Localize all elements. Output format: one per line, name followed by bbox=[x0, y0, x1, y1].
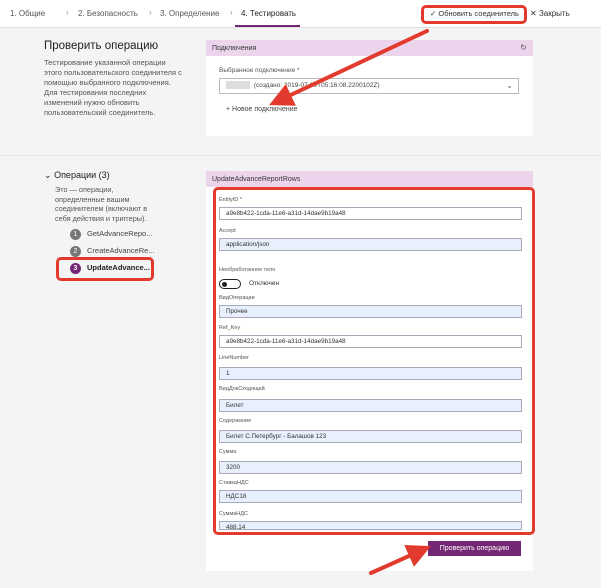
operation-form-title: UpdateAdvanceReportRows bbox=[212, 176, 301, 183]
plus-icon: + bbox=[226, 106, 231, 113]
connections-title: Подключения bbox=[212, 45, 257, 52]
close-button[interactable]: ✕ Закрыть bbox=[530, 7, 570, 21]
close-label: Закрыть bbox=[538, 9, 570, 18]
connection-select[interactable]: (создано: 2019-07-09T05:16:08.2200102Z) … bbox=[219, 78, 519, 94]
operation-form-header: UpdateAdvanceReportRows bbox=[206, 171, 533, 187]
tab-definition[interactable]: 3. Определение bbox=[160, 9, 219, 18]
chevron-right-icon: › bbox=[149, 8, 152, 17]
refresh-icon[interactable]: ↻ bbox=[520, 43, 527, 52]
operation-label: CreateAdvanceRe... bbox=[87, 246, 155, 255]
connection-select-value: (создано: 2019-07-09T05:16:08.2200102Z) bbox=[253, 82, 380, 89]
operations-title: Операции (3) bbox=[54, 170, 110, 180]
operation-item[interactable]: 1 GetAdvanceRepo... bbox=[70, 228, 152, 240]
active-tab-indicator bbox=[235, 25, 300, 27]
operation-number: 1 bbox=[70, 228, 81, 240]
tab-test[interactable]: 4. Тестировать bbox=[241, 9, 296, 18]
connections-card: Подключения ↻ Выбранное подключение * (с… bbox=[206, 40, 533, 136]
section-divider bbox=[0, 155, 601, 156]
chevron-right-icon: › bbox=[230, 8, 233, 17]
annotation-box bbox=[213, 187, 535, 535]
annotation-box bbox=[56, 257, 154, 281]
redacted-name bbox=[226, 81, 250, 90]
tab-security[interactable]: 2. Безопасность bbox=[78, 9, 138, 18]
new-connection-link[interactable]: + Новое подключение bbox=[226, 106, 298, 113]
chevron-right-icon: › bbox=[66, 8, 69, 17]
selected-connection-label: Выбранное подключение * bbox=[219, 67, 300, 74]
connections-header: Подключения ↻ bbox=[206, 40, 533, 56]
new-connection-label: Новое подключение bbox=[232, 106, 298, 113]
operation-number: 2 bbox=[70, 245, 81, 257]
chevron-down-icon: ⌄ bbox=[44, 170, 52, 180]
annotation-box bbox=[421, 5, 527, 24]
test-section-title: Проверить операцию bbox=[44, 40, 159, 52]
close-icon: ✕ bbox=[530, 9, 537, 18]
chevron-down-icon: ⌄ bbox=[506, 81, 513, 90]
operations-description: Это — операции, определенные вашим соеди… bbox=[55, 185, 148, 223]
operation-label: GetAdvanceRepo... bbox=[87, 229, 153, 238]
tab-general[interactable]: 1. Общие bbox=[10, 9, 45, 18]
operations-toggle[interactable]: ⌄ Операции (3) bbox=[44, 170, 110, 181]
operation-item[interactable]: 2 CreateAdvanceRe... bbox=[70, 245, 155, 257]
test-operation-button[interactable]: Проверить операцию bbox=[428, 541, 521, 556]
test-section-description: Тестирование указанной операции этого по… bbox=[44, 58, 182, 117]
